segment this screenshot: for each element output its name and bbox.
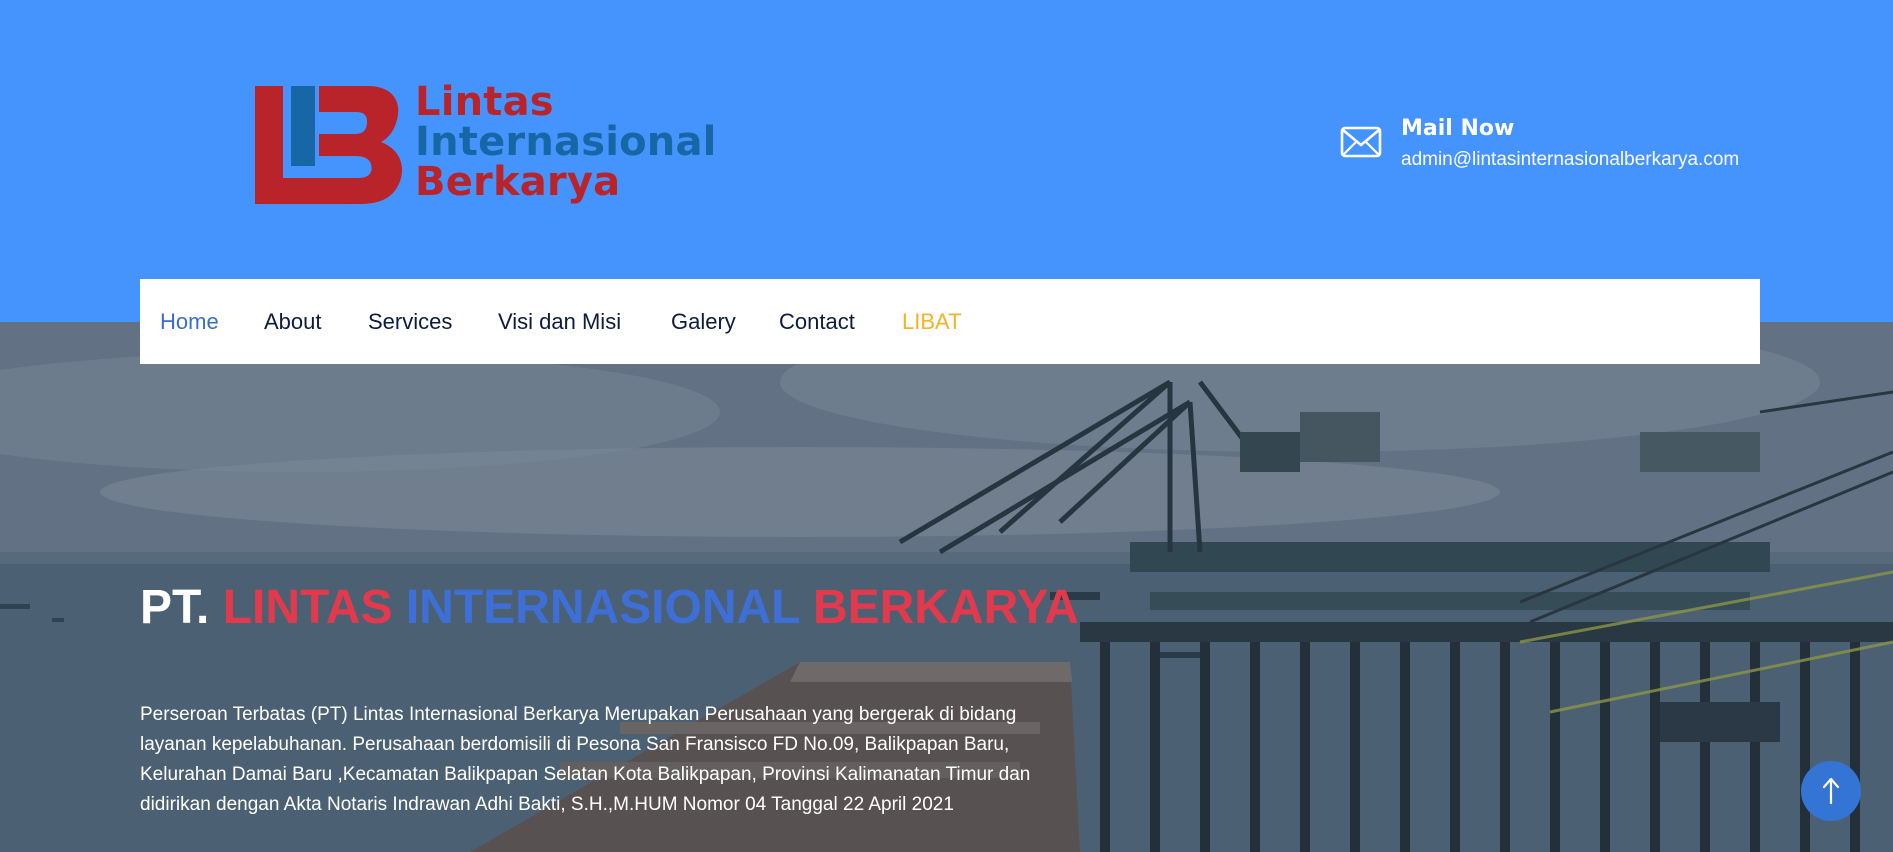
main-navigation: Home About Services Visi dan Misi Galery… — [140, 279, 1760, 364]
mail-address-link[interactable]: admin@lintasinternasionalberkarya.com — [1401, 149, 1739, 171]
header-bar: Lintas Internasional Berkarya Mail Now a… — [0, 0, 1893, 322]
scroll-to-top-button[interactable] — [1801, 761, 1861, 821]
logo-line-3: Berkarya — [415, 159, 621, 205]
arrow-up-icon — [1822, 777, 1840, 805]
hero-title: PT. LINTAS INTERNASIONAL BERKARYA — [140, 580, 1079, 635]
nav-home[interactable]: Home — [160, 279, 219, 364]
nav-about[interactable]: About — [264, 279, 322, 364]
nav-contact[interactable]: Contact — [779, 279, 855, 364]
nav-libat[interactable]: LIBAT — [902, 279, 962, 364]
hero-title-word-berkarya: BERKARYA — [812, 581, 1079, 634]
mail-title: Mail Now — [1401, 116, 1515, 141]
hero-description: Perseroan Terbatas (PT) Lintas Internasi… — [140, 704, 1031, 815]
logo-wordmark: Lintas Internasional Berkarya — [415, 82, 717, 202]
logo-mark-icon — [255, 86, 403, 204]
nav-visi-dan-misi[interactable]: Visi dan Misi — [498, 279, 621, 364]
hero-title-word-lintas: LINTAS — [222, 581, 393, 634]
nav-services[interactable]: Services — [368, 279, 452, 364]
hero-title-prefix: PT. — [140, 581, 210, 634]
logo-line-1: Lintas — [415, 79, 554, 125]
logo-line-2: Internasional — [415, 119, 717, 165]
company-logo[interactable]: Lintas Internasional Berkarya — [255, 82, 716, 212]
nav-galery[interactable]: Galery — [671, 279, 736, 364]
hero-title-word-internasional: INTERNASIONAL — [405, 581, 800, 634]
envelope-icon — [1340, 126, 1382, 158]
